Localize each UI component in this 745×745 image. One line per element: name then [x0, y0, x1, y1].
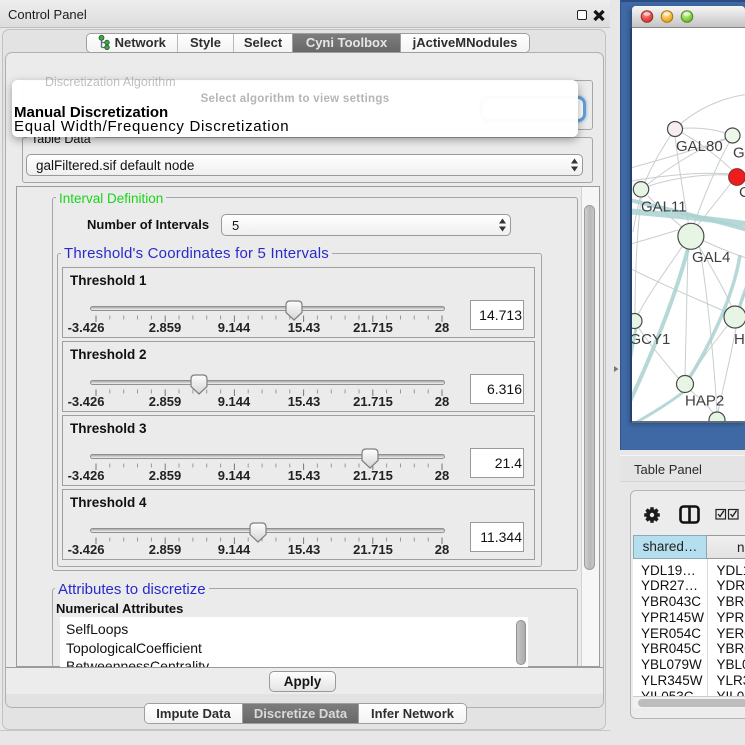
svg-text:GAL11: GAL11: [641, 198, 687, 215]
svg-text:HAP2: HAP2: [685, 393, 724, 410]
svg-text:GAL1: GAL1: [733, 145, 745, 162]
svg-text:GCY1: GCY1: [632, 331, 670, 348]
svg-text:HIS: HIS: [734, 331, 745, 348]
svg-text:CD: CD: [739, 184, 745, 201]
svg-text:GAL80: GAL80: [676, 138, 723, 155]
svg-text:GAL4: GAL4: [692, 249, 730, 266]
